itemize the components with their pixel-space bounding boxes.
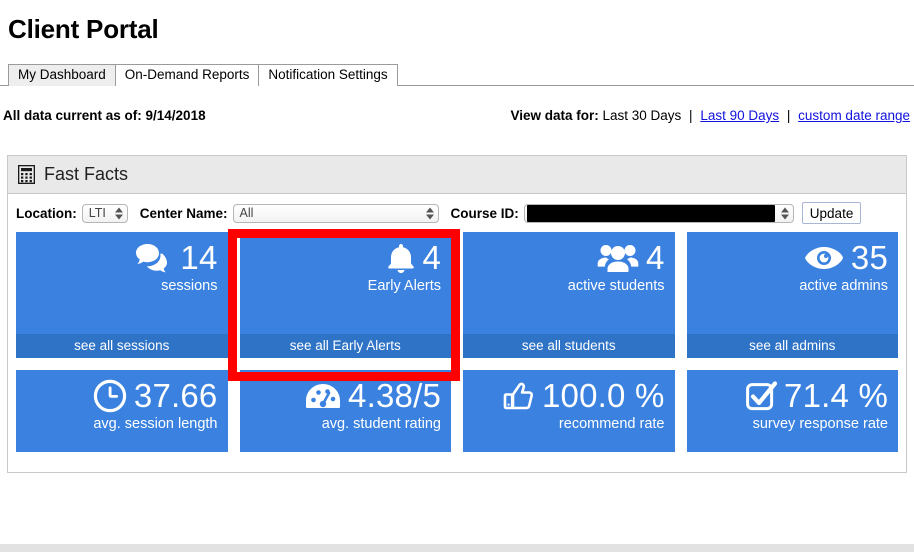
location-select[interactable]: LTI — [81, 203, 128, 223]
tab-list: My Dashboard On-Demand Reports Notificat… — [8, 64, 398, 86]
card-sessions[interactable]: 14 sessions see all sessions — [16, 232, 228, 358]
card-survey-response-rate-value: 71.4 % — [784, 377, 888, 414]
fast-facts-header: Fast Facts — [8, 156, 906, 194]
card-active-admins-label: active admins — [799, 278, 888, 294]
bell-icon — [387, 243, 415, 274]
checkbox-check-icon — [746, 380, 778, 412]
card-active-admins[interactable]: 35 active admins see all admins — [686, 232, 898, 358]
chevron-updown-icon — [426, 206, 435, 221]
course-id-select[interactable] — [523, 203, 794, 223]
card-sessions-value: 14 — [180, 239, 218, 276]
chevron-updown-icon — [781, 206, 790, 221]
card-survey-response-rate: 71.4 % survey response rate — [686, 370, 898, 452]
view-data-for-label: View data for: — [510, 108, 599, 123]
update-button[interactable]: Update — [801, 202, 862, 224]
data-status-row: All data current as of: 9/14/2018 View d… — [0, 108, 914, 130]
card-avg-student-rating-body: 4.38/5 avg. student rating — [240, 377, 441, 433]
chevron-updown-icon — [115, 206, 124, 221]
center-name-select-value: All — [239, 206, 254, 220]
card-recommend-rate-body: 100.0 % recommend rate — [463, 378, 665, 433]
card-sessions-footer-link[interactable]: see all sessions — [16, 334, 228, 358]
eye-icon — [804, 245, 844, 271]
center-name-select[interactable]: All — [232, 203, 439, 223]
thumbs-up-icon — [503, 381, 535, 412]
bottom-bar — [0, 544, 914, 552]
stat-cards: 14 sessions see all sessions 4 Early Ale… — [8, 232, 906, 452]
card-active-students-value: 4 — [645, 239, 665, 276]
card-avg-student-rating-label: avg. student rating — [321, 416, 441, 432]
location-select-value: LTI — [88, 206, 106, 220]
tab-notification-settings[interactable]: Notification Settings — [258, 64, 398, 86]
card-early-alerts-value: 4 — [422, 239, 441, 276]
speech-bubbles-icon — [135, 243, 173, 273]
card-active-admins-footer-link[interactable]: see all admins — [686, 334, 898, 358]
card-early-alerts-footer-link[interactable]: see all Early Alerts — [239, 334, 451, 358]
card-active-students-body: 4 active students — [463, 240, 665, 295]
card-sessions-body: 14 sessions — [16, 240, 218, 295]
gauge-icon — [305, 382, 341, 410]
stat-card-row-2: 37.66 avg. session length 4.38/5 avg. st… — [16, 370, 898, 452]
fast-facts-title: Fast Facts — [44, 164, 129, 184]
card-early-alerts-label: Early Alerts — [367, 278, 441, 294]
location-label: Location: — [16, 205, 77, 221]
calculator-icon — [18, 165, 35, 184]
tab-my-dashboard[interactable]: My Dashboard — [8, 64, 116, 86]
fast-facts-panel: Fast Facts Location: LTI Center Name: Al… — [7, 155, 907, 473]
card-avg-session-length: 37.66 avg. session length — [16, 370, 228, 452]
course-id-redacted-value — [526, 204, 775, 222]
card-recommend-rate-label: recommend rate — [558, 416, 665, 432]
card-survey-response-rate-body: 71.4 % survey response rate — [687, 377, 888, 433]
page-title: Client Portal — [8, 14, 159, 44]
card-sessions-label: sessions — [161, 278, 218, 294]
view-data-for-group: View data for: Last 30 Days | Last 90 Da… — [510, 108, 910, 123]
center-name-label: Center Name: — [139, 205, 228, 221]
card-survey-response-rate-label: survey response rate — [752, 416, 888, 432]
card-early-alerts[interactable]: 4 Early Alerts see all Early Alerts — [239, 232, 451, 358]
card-recommend-rate-value: 100.0 % — [542, 377, 665, 414]
card-active-students[interactable]: 4 active students see all students — [463, 232, 675, 358]
card-active-admins-value: 35 — [850, 239, 888, 276]
separator-2: | — [786, 108, 791, 123]
separator-1: | — [689, 108, 693, 123]
card-avg-student-rating-value: 4.38/5 — [348, 377, 441, 414]
card-active-students-footer-link[interactable]: see all students — [463, 334, 675, 358]
link-last-90-days[interactable]: Last 90 Days — [700, 108, 779, 123]
people-group-icon — [597, 243, 639, 273]
tab-bar: My Dashboard On-Demand Reports Notificat… — [0, 64, 914, 86]
link-custom-date-range[interactable]: custom date range — [798, 108, 910, 123]
clock-icon — [93, 379, 127, 413]
stat-card-row-1: 14 sessions see all sessions 4 Early Ale… — [16, 232, 898, 358]
card-recommend-rate: 100.0 % recommend rate — [463, 370, 675, 452]
tab-on-demand-reports[interactable]: On-Demand Reports — [114, 64, 260, 86]
card-active-admins-body: 35 active admins — [687, 239, 888, 295]
data-current-as-of: All data current as of: 9/14/2018 — [3, 108, 206, 123]
filters-row: Location: LTI Center Name: All Course ID… — [8, 194, 906, 232]
selected-date-range: Last 30 Days — [602, 108, 682, 123]
course-id-label: Course ID: — [450, 205, 519, 221]
card-avg-student-rating: 4.38/5 avg. student rating — [239, 370, 451, 452]
card-avg-session-length-label: avg. session length — [93, 416, 218, 432]
card-avg-session-length-value: 37.66 — [133, 377, 218, 414]
card-avg-session-length-body: 37.66 avg. session length — [16, 377, 218, 433]
card-active-students-label: active students — [567, 278, 665, 294]
card-early-alerts-body: 4 Early Alerts — [240, 239, 441, 295]
